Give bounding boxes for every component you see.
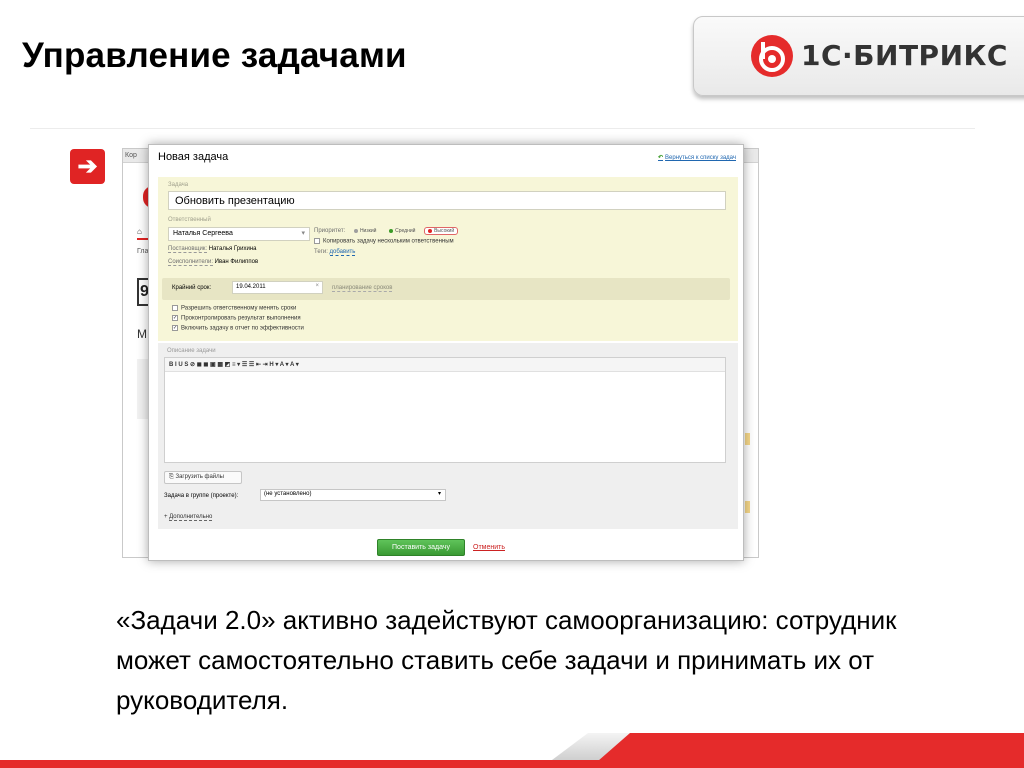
task-details-panel: Описание задачи B I U S ⊘ ◼ ◼ ▣ ▦ ◩ ≡ ▾ … bbox=[158, 343, 738, 529]
deadline-value: 19.04.2011 bbox=[236, 284, 266, 290]
upload-files-button[interactable]: ⎘ Загрузить файлы bbox=[164, 471, 242, 484]
task-label: Задача bbox=[168, 182, 189, 188]
deadline-bar: Крайний срок: 19.04.2011 × планирование … bbox=[162, 278, 730, 300]
deadline-label: Крайний срок: bbox=[172, 285, 212, 291]
right-arrow-icon: ➔ bbox=[70, 149, 105, 184]
bitrix-logo-icon bbox=[751, 35, 793, 77]
divider bbox=[30, 128, 975, 129]
group-label: Задача в группе (проекте): bbox=[164, 493, 239, 499]
task-title-input[interactable]: Обновить презентацию bbox=[168, 191, 726, 210]
option-control-result[interactable]: ✓ Проконтролировать результат выполнения bbox=[172, 315, 301, 322]
priority-selector: Приоритет: Низкий Средний Высокий bbox=[314, 227, 459, 235]
background-tab-text: Кор bbox=[125, 152, 137, 159]
add-tags-link[interactable]: добавить bbox=[329, 249, 356, 256]
responsible-value: Наталья Сергеева bbox=[173, 230, 233, 237]
slide-body-text: «Задачи 2.0» активно задействуют самоорг… bbox=[116, 605, 897, 715]
allow-change-deadline-checkbox[interactable] bbox=[172, 305, 178, 311]
slide-title: Управление задачами bbox=[22, 36, 407, 75]
background-marker bbox=[745, 501, 750, 513]
option-efficiency-report[interactable]: ✓ Включить задачу в отчет по эффективност… bbox=[172, 325, 304, 332]
priority-high-dot bbox=[428, 228, 433, 233]
option-allow-change-deadline[interactable]: Разрешить ответственному менять сроки bbox=[172, 305, 296, 312]
submit-task-button[interactable]: Поставить задачу bbox=[377, 539, 465, 556]
accomplices-row: Соисполнители: Иван Филиппов bbox=[168, 259, 259, 266]
responsible-select[interactable]: Наталья Сергеева ▾ bbox=[168, 227, 310, 241]
accomplices-label[interactable]: Соисполнители: bbox=[168, 259, 213, 266]
creator-row: Постановщик: Наталья Грихина bbox=[168, 246, 257, 253]
footer-stripe bbox=[0, 760, 1024, 768]
deadline-planning-link[interactable]: планирование сроков bbox=[332, 285, 393, 292]
clear-icon[interactable]: × bbox=[315, 283, 319, 289]
copy-task-option[interactable]: Копировать задачу нескольким ответственн… bbox=[314, 238, 454, 245]
back-arrow-icon: ↶ bbox=[658, 155, 664, 161]
accomplices-value: Иван Филиппов bbox=[214, 259, 259, 265]
chevron-down-icon: ▾ bbox=[301, 230, 305, 237]
dialog-title: Новая задача bbox=[158, 151, 229, 163]
chevron-down-icon: ▾ bbox=[437, 491, 441, 497]
tags-label: Теги: bbox=[314, 249, 328, 255]
brand-logo: 1С·БИТРИКС bbox=[693, 16, 1024, 96]
cancel-link[interactable]: Отменить bbox=[473, 544, 505, 551]
background-marker bbox=[745, 433, 750, 445]
creator-value: Наталья Грихина bbox=[208, 246, 257, 252]
logo-text: 1С·БИТРИКС bbox=[801, 39, 1008, 72]
efficiency-report-checkbox[interactable]: ✓ bbox=[172, 325, 178, 331]
back-to-list-link[interactable]: ↶ Вернуться к списку задач bbox=[658, 154, 736, 161]
priority-low[interactable]: Низкий bbox=[350, 227, 380, 235]
priority-high[interactable]: Высокий bbox=[424, 227, 459, 235]
priority-low-dot bbox=[353, 228, 358, 233]
editor-toolbar[interactable]: B I U S ⊘ ◼ ◼ ▣ ▦ ◩ ≡ ▾ ☰ ☰ ⇤ ⇥ H ▾ A ▾ … bbox=[165, 358, 725, 372]
control-result-checkbox[interactable]: ✓ bbox=[172, 315, 178, 321]
creator-label[interactable]: Постановщик: bbox=[168, 246, 208, 253]
description-label: Описание задачи bbox=[167, 348, 216, 354]
description-editor[interactable]: B I U S ⊘ ◼ ◼ ▣ ▦ ◩ ≡ ▾ ☰ ☰ ⇤ ⇥ H ▾ A ▾ … bbox=[164, 357, 726, 463]
priority-medium-dot bbox=[389, 228, 394, 233]
group-select[interactable]: (не установлено) ▾ bbox=[260, 489, 446, 501]
copy-task-checkbox[interactable] bbox=[314, 238, 320, 244]
background-nav-text: Гла bbox=[137, 248, 149, 255]
new-task-dialog: Новая задача ↶ Вернуться к списку задач З… bbox=[148, 144, 744, 561]
priority-medium[interactable]: Средний bbox=[385, 227, 419, 235]
priority-label: Приоритет: bbox=[314, 228, 346, 234]
more-options-toggle[interactable]: + Дополнительно bbox=[164, 514, 213, 521]
responsible-label: Ответственный bbox=[168, 217, 211, 223]
home-icon: ⌂ bbox=[137, 227, 142, 236]
tags-row: Теги: добавить bbox=[314, 249, 356, 256]
task-main-panel: Задача Обновить презентацию Ответственны… bbox=[158, 177, 738, 341]
deadline-input[interactable]: 19.04.2011 × bbox=[232, 281, 323, 294]
group-value: (не установлено) bbox=[264, 491, 312, 497]
background-section-letter: М bbox=[137, 327, 147, 341]
